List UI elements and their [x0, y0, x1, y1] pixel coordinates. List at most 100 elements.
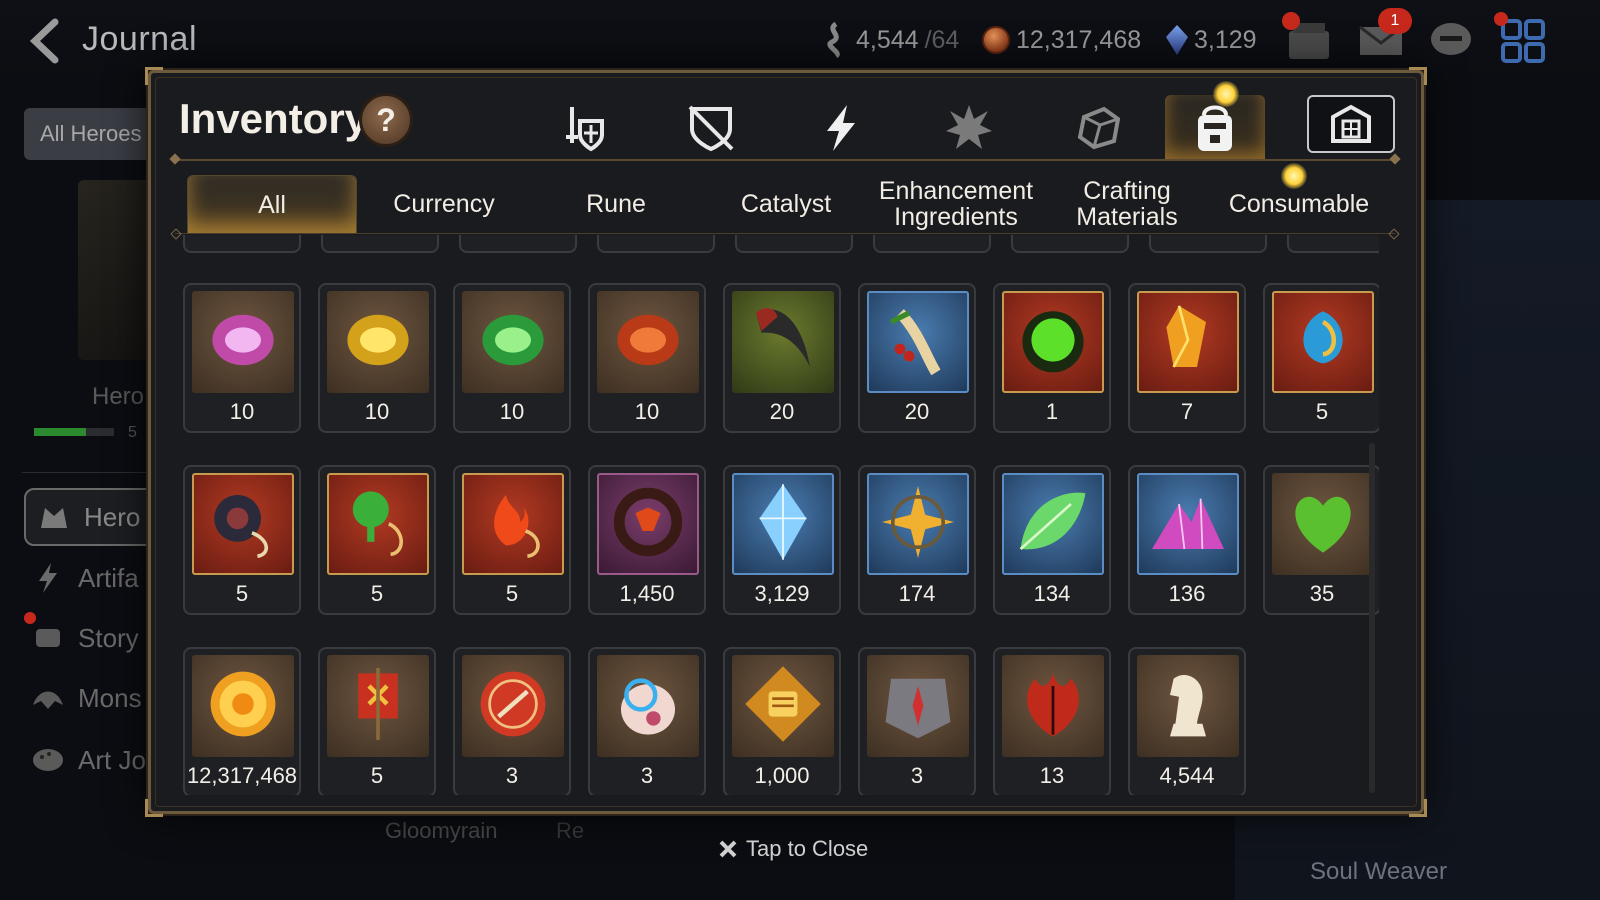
item-picture [867, 291, 969, 393]
tab-catalyst[interactable]: Catalyst [701, 175, 871, 233]
category-storage[interactable] [1307, 95, 1395, 153]
inventory-item[interactable]: 10 [318, 283, 436, 433]
item-quantity: 3 [910, 763, 924, 788]
menu-notification-dot [1494, 12, 1508, 26]
sidebar-item-story[interactable]: Story [30, 620, 139, 656]
category-artifact[interactable] [791, 95, 891, 161]
item-quantity: 10 [634, 399, 660, 424]
item-picture [192, 473, 294, 575]
category-bag[interactable] [1165, 95, 1265, 161]
inventory-item[interactable]: 136 [1128, 465, 1246, 615]
material-burst-icon [946, 105, 992, 149]
item-slot-partial[interactable] [735, 235, 853, 253]
item-quantity: 136 [1168, 581, 1206, 606]
inventory-item[interactable]: 35 [1263, 465, 1379, 615]
inventory-item[interactable]: 174 [858, 465, 976, 615]
tab-rune[interactable]: Rune [531, 175, 701, 233]
inventory-item[interactable]: 4,544 [1128, 647, 1246, 795]
inventory-item[interactable]: 10 [453, 283, 571, 433]
scrollbar[interactable] [1369, 443, 1375, 793]
item-slot-partial[interactable] [873, 235, 991, 253]
inventory-item[interactable]: 1,000 [723, 647, 841, 795]
inventory-item[interactable]: 13 [993, 647, 1111, 795]
pet-pod-icon [603, 659, 693, 754]
item-slot-partial[interactable] [1011, 235, 1129, 253]
red-rune-icon [603, 295, 693, 390]
inventory-item[interactable]: 20 [858, 283, 976, 433]
hero-collection-label: Hero [92, 383, 145, 410]
inventory-item[interactable]: 3 [453, 647, 571, 795]
crystal-value: 3,129 [1194, 25, 1257, 54]
inventory-item[interactable]: 12,317,468 [183, 647, 301, 795]
inventory-item[interactable]: 10 [183, 283, 301, 433]
skystone-icon [738, 477, 828, 572]
hero-icon [36, 499, 72, 535]
inventory-item[interactable]: 3 [858, 647, 976, 795]
chat-button[interactable] [1426, 16, 1476, 66]
inventory-item[interactable]: 7 [1128, 283, 1246, 433]
item-picture [1002, 655, 1104, 757]
back-button[interactable] [22, 18, 68, 64]
page-title: Journal [82, 20, 198, 58]
inventory-item[interactable]: 1,450 [588, 465, 706, 615]
inventory-item[interactable]: 134 [993, 465, 1111, 615]
item-picture [462, 473, 564, 575]
inventory-item[interactable]: 3 [588, 647, 706, 795]
inventory-item[interactable]: 10 [588, 283, 706, 433]
inventory-item[interactable]: 5 [318, 647, 436, 795]
inventory-item[interactable]: 1 [993, 283, 1111, 433]
artifact-lightning-icon [827, 105, 855, 151]
tap-to-close-button[interactable]: Tap to Close [718, 836, 868, 862]
category-cube[interactable] [1049, 95, 1149, 161]
item-picture [192, 655, 294, 757]
scroll-icon [30, 620, 66, 656]
tab-crafting-materials[interactable]: Crafting Materials [1045, 175, 1209, 233]
item-slot-partial[interactable] [597, 235, 715, 253]
hero-progress-count: 5 [128, 424, 137, 441]
category-equipment[interactable] [533, 95, 633, 161]
sidebar-item-art-journal[interactable]: Art Jo [30, 742, 146, 778]
star-charm-icon [873, 477, 963, 572]
item-slot-partial[interactable] [1287, 235, 1379, 253]
category-material[interactable] [919, 95, 1019, 161]
inventory-item[interactable]: 5 [318, 465, 436, 615]
item-slot-partial[interactable] [321, 235, 439, 253]
item-quantity: 10 [364, 399, 390, 424]
item-slot-partial[interactable] [1149, 235, 1267, 253]
crystal-counter[interactable]: 3,129 [1166, 22, 1257, 58]
item-quantity: 5 [370, 763, 384, 788]
tab-currency[interactable]: Currency [359, 175, 529, 233]
tab-enhancement-ingredients[interactable]: Enhancement Ingredients [863, 175, 1049, 233]
item-quantity: 7 [1180, 399, 1194, 424]
item-quantity: 3 [640, 763, 654, 788]
inventory-item[interactable]: 5 [1263, 283, 1379, 433]
item-quantity: 35 [1309, 581, 1335, 606]
frame-corner [1409, 67, 1427, 85]
gold-value: 12,317,468 [1016, 25, 1142, 54]
item-quantity: 174 [898, 581, 936, 606]
crystal-icon [1166, 25, 1188, 55]
sidebar-item-artifact[interactable]: Artifa [30, 560, 139, 596]
tree-charm-icon [333, 477, 423, 572]
inventory-item[interactable]: 20 [723, 283, 841, 433]
inventory-item[interactable]: 3,129 [723, 465, 841, 615]
close-icon [719, 840, 737, 858]
item-picture [1137, 291, 1239, 393]
help-button[interactable]: ? [359, 93, 413, 147]
item-slot-partial[interactable] [459, 235, 577, 253]
item-quantity: 10 [499, 399, 525, 424]
gold-counter[interactable]: 12,317,468 [982, 22, 1141, 58]
item-slot-partial[interactable] [183, 235, 301, 253]
inventory-item[interactable]: 5 [453, 465, 571, 615]
compass-stone-icon [873, 659, 963, 754]
stamina-counter[interactable]: 4,544/64 [822, 22, 959, 58]
sidebar-item-monster[interactable]: Mons [30, 680, 142, 716]
tab-all[interactable]: All [187, 175, 357, 233]
back-arrow-icon [29, 18, 59, 64]
category-broken-equipment[interactable] [661, 95, 761, 161]
item-quantity: 3,129 [754, 581, 810, 606]
cube-icon [1077, 106, 1121, 150]
inventory-item[interactable]: 5 [183, 465, 301, 615]
item-picture [327, 291, 429, 393]
banner-icon [333, 659, 423, 754]
